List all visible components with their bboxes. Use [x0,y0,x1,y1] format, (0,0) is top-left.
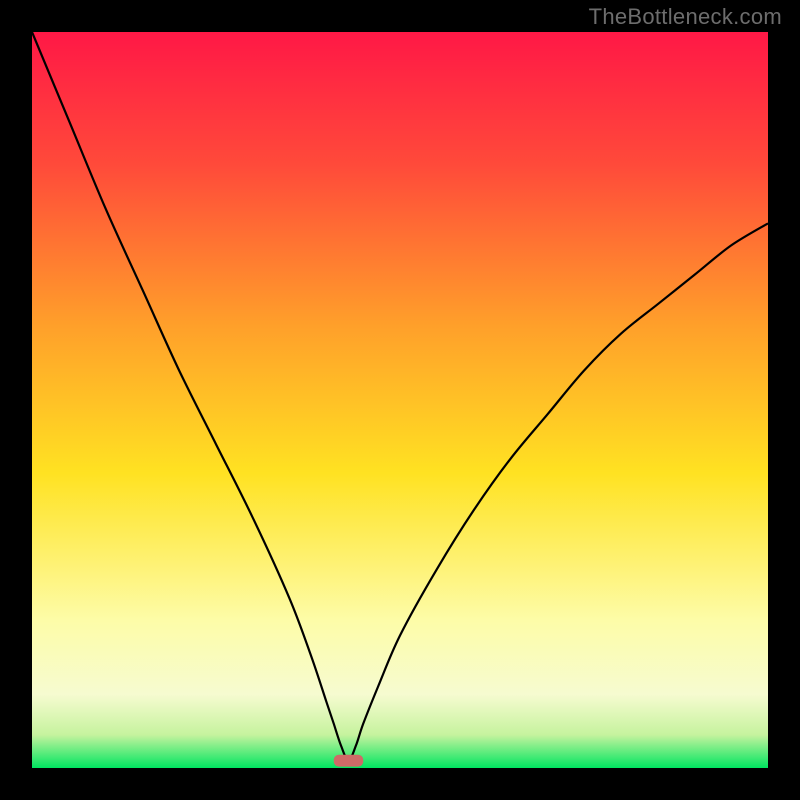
plot-svg [32,32,768,768]
plot-area [32,32,768,768]
gradient-background [32,32,768,768]
minimum-marker [334,755,363,767]
chart-frame: TheBottleneck.com [0,0,800,800]
watermark-text: TheBottleneck.com [589,4,782,30]
